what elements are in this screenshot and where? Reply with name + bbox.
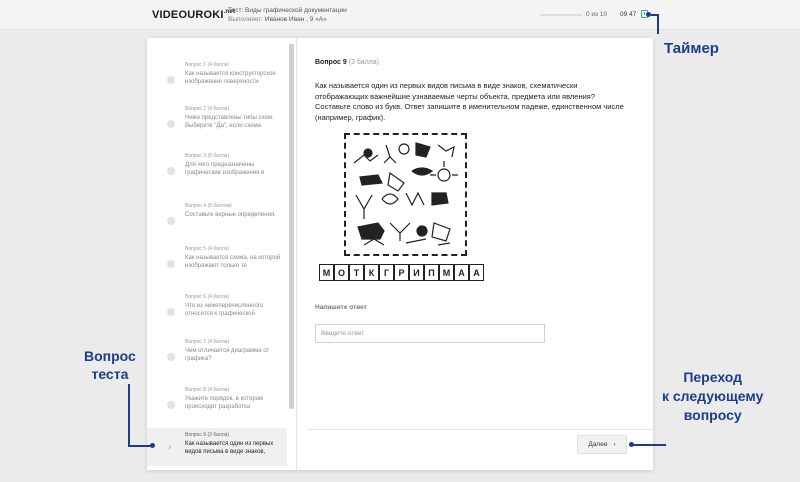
question-points: (3 балла) bbox=[348, 59, 380, 66]
sidebar-item-q9[interactable]: › Вопрос 9 (3 балла) Как называется один… bbox=[147, 428, 287, 466]
progress-bar bbox=[540, 14, 582, 16]
petroglyph-drawing bbox=[353, 142, 458, 246]
question-number: Вопрос 9 bbox=[315, 59, 347, 66]
annotation-question: Вопрос теста bbox=[84, 347, 136, 383]
sidebar-item-q4[interactable]: Вопрос 4 (8 баллов) Составьте верные опр… bbox=[147, 199, 287, 245]
letter-tile[interactable]: А bbox=[469, 264, 484, 281]
question-text: Как называется один из первых видов пись… bbox=[315, 81, 624, 122]
letter-tile[interactable]: М bbox=[319, 264, 334, 281]
question-content: Вопрос 9 (3 балла) Как называется один и… bbox=[307, 38, 653, 470]
sidebar-item-q7[interactable]: Вопрос 7 (4 балла) Чем отличается диагра… bbox=[147, 335, 287, 381]
sidebar-item-title: Вопрос 4 (8 баллов) bbox=[185, 203, 232, 209]
letter-tile[interactable]: Г bbox=[379, 264, 394, 281]
sidebar-item-title: Вопрос 6 (4 балла) bbox=[185, 294, 230, 300]
sidebar-item-text: Как называется конструкторское изображен… bbox=[185, 71, 276, 85]
sidebar-item-title: Вопрос 2 (4 балла) bbox=[185, 106, 230, 112]
status-dot bbox=[167, 167, 175, 175]
test-title: Тест: Виды графической документации bbox=[228, 7, 347, 14]
annotation-next: Переход к следующему вопросу bbox=[662, 368, 763, 425]
letter-tiles: М О Т К Г Р И П М А А bbox=[319, 264, 484, 281]
sidebar-item-q3[interactable]: Вопрос 3 (8 балла) Для чего предназначен… bbox=[147, 149, 287, 195]
next-button-label: Далее bbox=[588, 441, 608, 448]
sidebar-item-text: Как называется схема, на которой изображ… bbox=[185, 255, 281, 269]
annotation-line bbox=[128, 384, 130, 446]
answer-label: Напишите ответ bbox=[315, 304, 367, 311]
logo-text: VIDEOUROKI bbox=[152, 9, 224, 21]
annotation-next-line1: Переход bbox=[683, 369, 743, 385]
test-info: Тест: Виды графической документации Выпо… bbox=[228, 6, 347, 24]
sidebar-item-text: Как называется один из первых видов пись… bbox=[185, 441, 274, 455]
sidebar-item-title: Вопрос 8 (4 балла) bbox=[185, 387, 230, 393]
performer-name: Иванов Иван , 9 «А» bbox=[264, 16, 327, 23]
performer-label: Выполняет: bbox=[228, 16, 264, 23]
test-card: Вопрос 1 (4 балла) Как называется констр… bbox=[147, 38, 653, 470]
petroglyph-image bbox=[344, 133, 467, 256]
sidebar-item-q2[interactable]: Вопрос 2 (4 балла) Ниже представлены тип… bbox=[147, 102, 287, 148]
sidebar-scrollbar[interactable] bbox=[289, 44, 294, 409]
status-dot bbox=[167, 308, 175, 316]
status-dot bbox=[167, 120, 175, 128]
annotation-line bbox=[128, 445, 152, 447]
annotation-next-line2: к следующему bbox=[662, 388, 764, 404]
letter-tile[interactable]: А bbox=[454, 264, 469, 281]
chevron-right-icon: › bbox=[613, 441, 616, 448]
sidebar-item-text: Для чего предназначены графические изобр… bbox=[185, 162, 265, 176]
annotation-line bbox=[632, 444, 666, 446]
sidebar-item-title: Вопрос 7 (4 балла) bbox=[185, 339, 230, 345]
sidebar-item-text: Составьте верные определения. bbox=[185, 212, 276, 218]
letter-tile[interactable]: Т bbox=[349, 264, 364, 281]
status-dot bbox=[167, 260, 175, 268]
annotation-timer: Таймер bbox=[664, 40, 719, 57]
annotation-question-line1: Вопрос bbox=[84, 348, 136, 364]
status-dot bbox=[167, 76, 175, 84]
letter-tile[interactable]: К bbox=[364, 264, 379, 281]
sidebar-item-q5[interactable]: Вопрос 5 (4 балла) Как называется схема,… bbox=[147, 242, 287, 288]
annotation-dot bbox=[646, 12, 651, 17]
status-dot bbox=[167, 353, 175, 361]
top-bar: VIDEOUROKI.net Тест: Виды графической до… bbox=[0, 0, 800, 30]
answer-input[interactable] bbox=[315, 324, 545, 343]
letter-tile[interactable]: Р bbox=[394, 264, 409, 281]
sidebar-item-text: Ниже представлены типы схем. Выберите "Д… bbox=[185, 115, 274, 129]
question-sidebar: Вопрос 1 (4 балла) Как называется констр… bbox=[147, 38, 297, 470]
sidebar-item-text: Укажите порядок, в котором происходит ра… bbox=[185, 396, 264, 410]
annotation-line bbox=[657, 14, 659, 34]
sidebar-item-title: Вопрос 9 (3 балла) bbox=[185, 432, 230, 438]
sidebar-item-title: Вопрос 3 (8 балла) bbox=[185, 153, 230, 159]
status-dot bbox=[167, 217, 175, 225]
next-button[interactable]: Далее › bbox=[577, 435, 627, 454]
sidebar-item-title: Вопрос 1 (4 балла) bbox=[185, 62, 230, 68]
question-header: Вопрос 9 (3 балла) bbox=[315, 59, 379, 66]
sidebar-item-q6[interactable]: Вопрос 6 (4 балла) Что из нижеперечислен… bbox=[147, 290, 287, 336]
annotation-next-line3: вопросу bbox=[683, 407, 742, 423]
footer-divider bbox=[307, 429, 653, 430]
sidebar-item-q1[interactable]: Вопрос 1 (4 балла) Как называется констр… bbox=[147, 58, 287, 104]
letter-tile[interactable]: О bbox=[334, 264, 349, 281]
letter-tile[interactable]: И bbox=[409, 264, 424, 281]
chevron-right-icon: › bbox=[168, 442, 172, 453]
status-dot bbox=[167, 401, 175, 409]
annotation-dot bbox=[150, 443, 155, 448]
progress-text: 0 из 10 bbox=[586, 11, 608, 18]
letter-tile[interactable]: М bbox=[439, 264, 454, 281]
annotation-question-line2: теста bbox=[91, 366, 129, 382]
sidebar-item-text: Чем отличается диаграмма от графика? bbox=[185, 348, 270, 362]
sidebar-item-text: Что из нижеперечисленного относится к гр… bbox=[185, 303, 264, 317]
sidebar-item-q8[interactable]: Вопрос 8 (4 балла) Укажите порядок, в ко… bbox=[147, 383, 287, 429]
letter-tile[interactable]: П bbox=[424, 264, 439, 281]
logo[interactable]: VIDEOUROKI.net bbox=[152, 9, 235, 21]
timer-text: 09 47 bbox=[620, 11, 637, 18]
sidebar-item-title: Вопрос 5 (4 балла) bbox=[185, 246, 230, 252]
